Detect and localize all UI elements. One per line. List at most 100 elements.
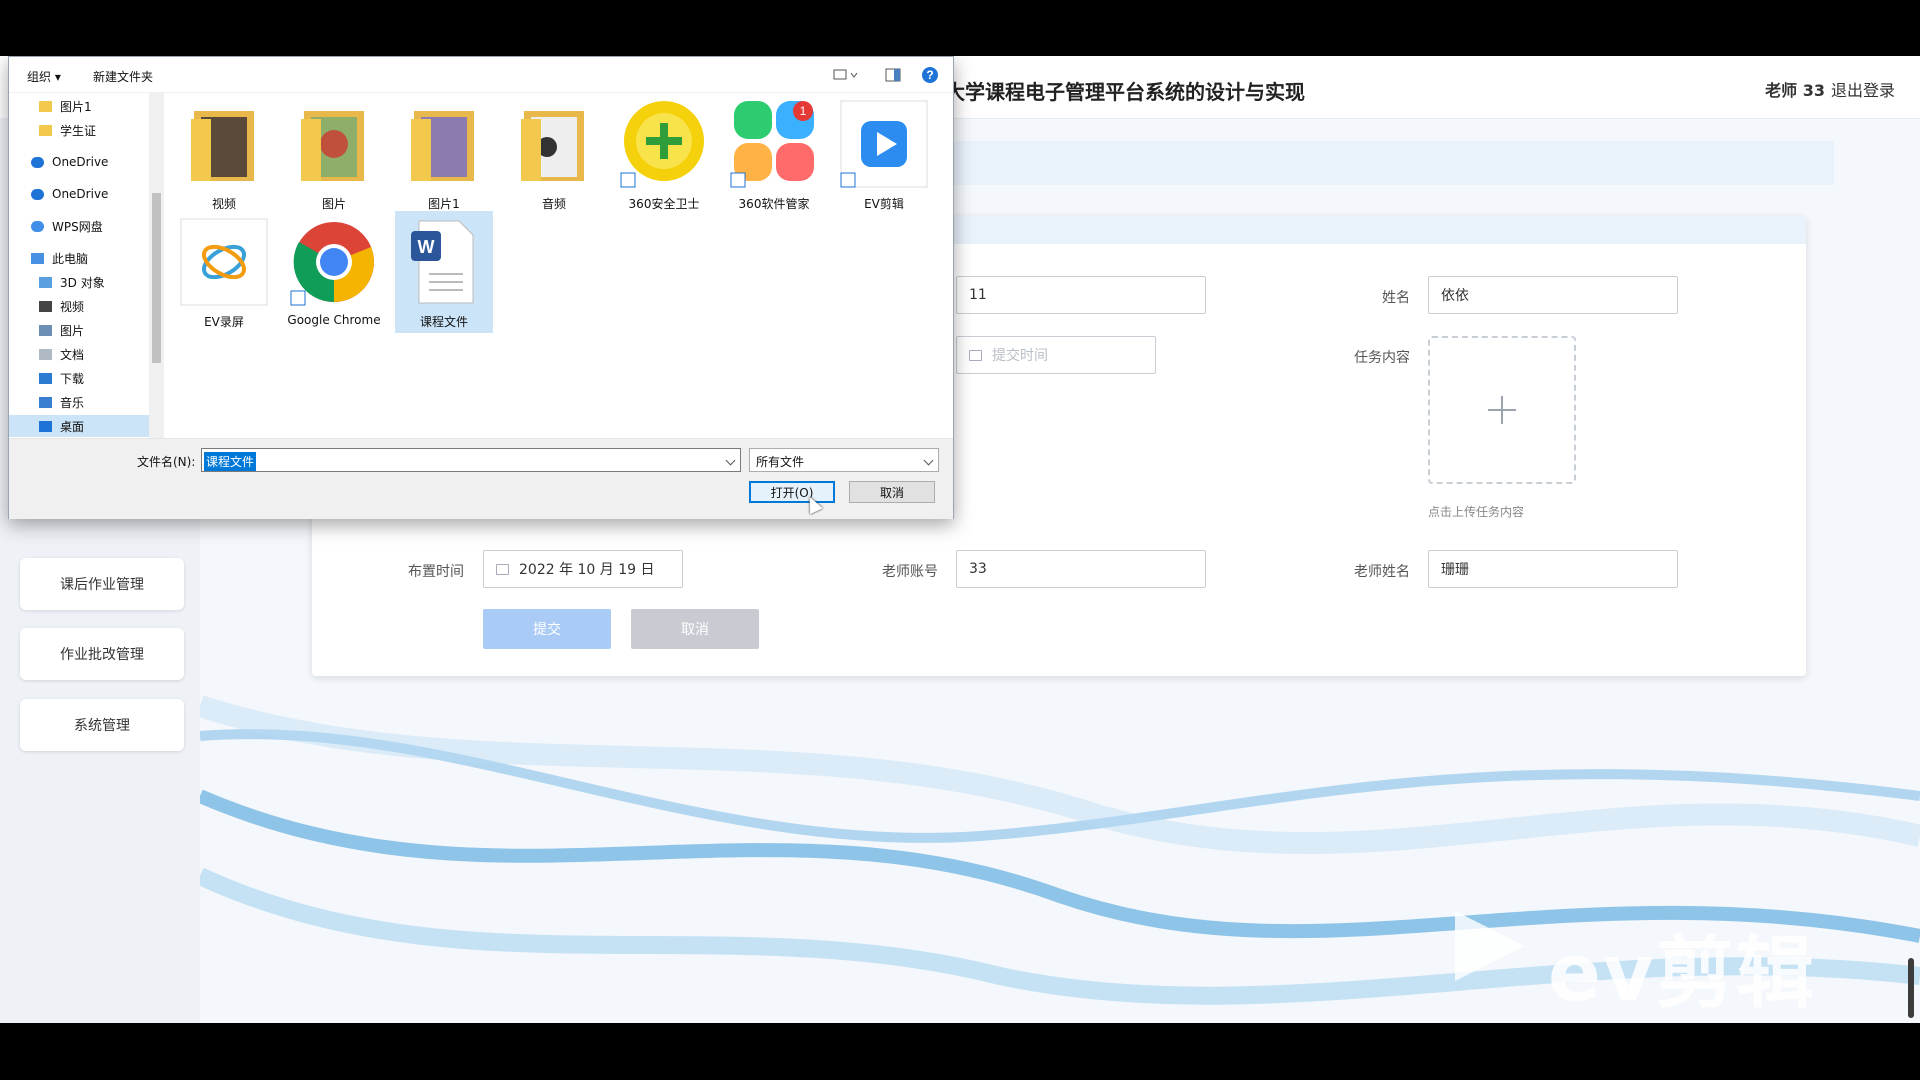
name-input[interactable]: 依依: [1428, 276, 1678, 314]
software-manager-icon: 1: [730, 101, 814, 188]
file-label: 图片1: [428, 197, 460, 211]
file-label: 360安全卫士: [628, 197, 700, 211]
desktop-icon: [39, 420, 52, 432]
navigation-pane: 图片1 学生证 OneDrive OneDrive WPS网盘 此电脑 3D 对…: [9, 93, 164, 438]
filename-input[interactable]: 课程文件: [201, 448, 741, 472]
filename-label: 文件名(N):: [137, 455, 196, 469]
sidebar-item-system[interactable]: 系统管理: [20, 699, 184, 751]
nav-label: OneDrive: [52, 187, 109, 201]
assign-time-picker[interactable]: 2022 年 10 月 19 日: [483, 550, 683, 588]
folder-icon: [191, 111, 254, 181]
submit-button[interactable]: 提交: [483, 609, 611, 649]
chrome-icon: [290, 222, 374, 306]
nav-label: 此电脑: [52, 251, 89, 266]
teacher-account-label: 老师账号: [882, 564, 938, 580]
file-item-360-security[interactable]: 360安全卫士: [615, 99, 713, 212]
file-item-course-file[interactable]: W 课程文件: [395, 211, 493, 333]
nav-label: 视频: [60, 299, 85, 314]
nav-label: 3D 对象: [60, 275, 105, 290]
open-button[interactable]: 打开(O): [749, 481, 835, 503]
sidebar-item-grading[interactable]: 作业批改管理: [20, 628, 184, 680]
dialog-cancel-button[interactable]: 取消: [849, 481, 935, 503]
preview-pane-icon[interactable]: [885, 68, 901, 82]
folder-icon: [301, 111, 364, 181]
file-item-audio[interactable]: 音频: [505, 99, 603, 212]
task-content-upload[interactable]: [1428, 336, 1576, 484]
filetype-select[interactable]: 所有文件: [749, 448, 939, 472]
cube-icon: [39, 276, 52, 288]
nav-scrollbar-thumb[interactable]: [152, 193, 161, 363]
nav-scrollbar[interactable]: [149, 93, 164, 438]
document-icon: [39, 348, 52, 360]
notification-badge: 1: [800, 104, 807, 118]
folder-icon: [39, 100, 52, 112]
video-icon: [39, 300, 52, 312]
nav-label: 下载: [60, 371, 85, 386]
svg-text:?: ?: [926, 68, 933, 82]
folder-icon: [521, 111, 584, 181]
page-scrollbar-thumb[interactable]: [1908, 958, 1914, 1018]
music-icon: [39, 396, 52, 408]
file-item-360-software[interactable]: 1 360软件管家: [725, 99, 823, 212]
help-icon[interactable]: ?: [921, 66, 939, 84]
file-item-videos[interactable]: 视频: [175, 99, 273, 212]
teacher-name-label: 老师姓名: [1354, 564, 1410, 580]
name-label: 姓名: [1382, 290, 1410, 306]
nav-label: WPS网盘: [52, 219, 103, 234]
page-title: 大学课程电子管理平台系统的设计与实现: [945, 80, 1305, 104]
submit-time-picker[interactable]: 提交时间: [956, 336, 1156, 374]
chevron-down-icon: [923, 455, 934, 466]
computer-icon: [31, 252, 44, 264]
nav-item-desktop[interactable]: 桌面: [9, 415, 149, 437]
organize-menu[interactable]: 组织 ▾: [27, 68, 61, 85]
file-item-pictures[interactable]: 图片: [285, 99, 383, 212]
cloud-icon: [31, 156, 44, 168]
file-list: 视频 图片 图片1 音频 360安全卫士 1 360软件管家 EV剪辑 EV录屏…: [167, 93, 951, 432]
file-label: 360软件管家: [738, 197, 810, 211]
shield-plus-icon: [620, 101, 704, 188]
cancel-button[interactable]: 取消: [631, 609, 759, 649]
file-item-chrome[interactable]: Google Chrome: [285, 217, 383, 327]
play-app-icon: [840, 100, 928, 188]
dialog-toolbar: 组织 ▾ 新建文件夹 ?: [9, 57, 953, 93]
folder-icon: [411, 111, 474, 181]
teacher-account-input[interactable]: 33: [956, 550, 1206, 588]
word-document-icon: W: [411, 220, 474, 304]
file-label: 音频: [541, 197, 566, 211]
task-content-label: 任务内容: [1354, 350, 1410, 366]
watermark-play-icon: [1455, 911, 1525, 981]
nav-label: 文档: [60, 347, 85, 362]
field1-input[interactable]: 11: [956, 276, 1206, 314]
assign-time-label: 布置时间: [408, 564, 464, 580]
nav-label: 图片: [60, 323, 85, 338]
view-options-icon[interactable]: [833, 69, 859, 81]
plus-icon: [1488, 396, 1516, 424]
file-item-pictures1[interactable]: 图片1: [395, 99, 493, 212]
filename-value: 课程文件: [204, 452, 257, 471]
assign-time-value: 2022 年 10 月 19 日: [519, 562, 655, 578]
submit-time-placeholder: 提交时间: [992, 348, 1048, 364]
nav-label: 图片1: [60, 99, 92, 114]
chevron-down-icon[interactable]: [725, 455, 736, 466]
file-label: EV剪辑: [864, 197, 904, 211]
new-folder-button[interactable]: 新建文件夹: [93, 68, 153, 85]
file-open-dialog: 组织 ▾ 新建文件夹 ? 图片1 学生证 OneDrive OneDrive W…: [8, 56, 954, 519]
nav-label: OneDrive: [52, 155, 109, 169]
nav-label: 桌面: [60, 419, 85, 434]
file-label: EV录屏: [204, 315, 244, 329]
file-item-ev-recorder[interactable]: EV录屏: [175, 217, 273, 330]
file-item-ev-editor[interactable]: EV剪辑: [835, 99, 933, 212]
calendar-icon: [969, 349, 982, 361]
svg-text:W: W: [418, 237, 435, 257]
letterbox-bottom: [0, 1023, 1920, 1080]
picture-icon: [39, 324, 52, 336]
recorder-app-icon: [180, 218, 268, 306]
logout-link[interactable]: 退出登录: [1831, 77, 1895, 101]
letterbox-top: [0, 0, 1920, 56]
sidebar-item-homework[interactable]: 课后作业管理: [20, 558, 184, 610]
upload-hint: 点击上传任务内容: [1428, 505, 1525, 519]
file-label: 图片: [321, 197, 346, 211]
nav-label: 学生证: [60, 123, 97, 138]
watermark-text: ev剪辑: [1548, 929, 1816, 1019]
teacher-name-input[interactable]: 珊珊: [1428, 550, 1678, 588]
